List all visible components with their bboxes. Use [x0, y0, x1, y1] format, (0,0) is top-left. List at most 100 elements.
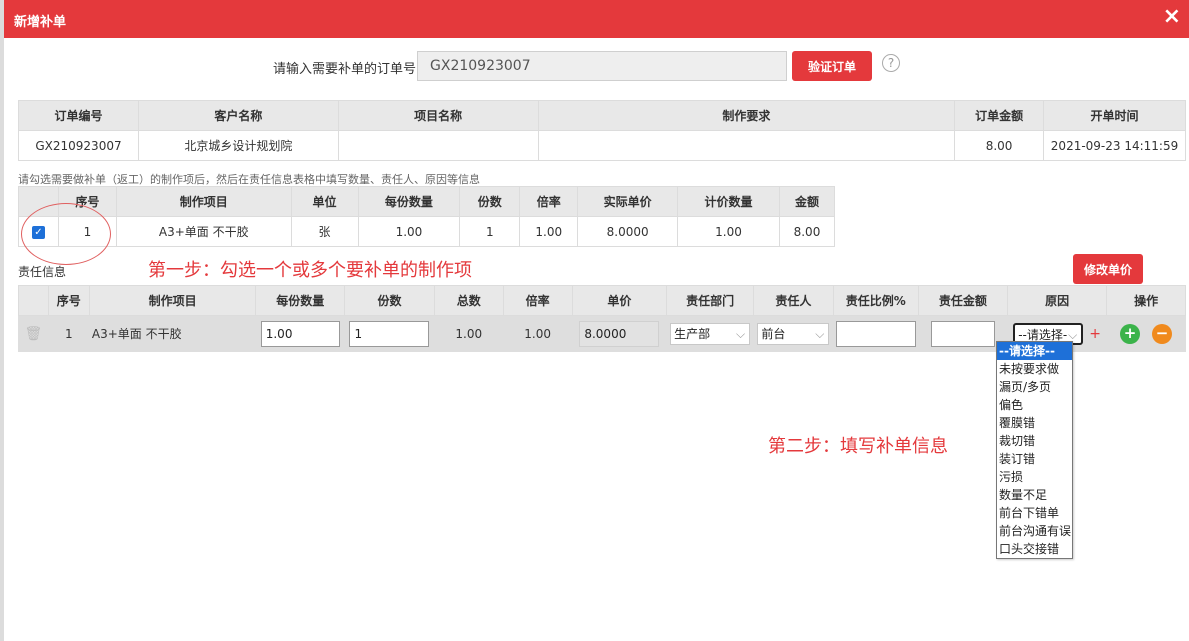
- project-cell: [337, 130, 539, 161]
- department-value: 生产部: [674, 326, 711, 341]
- left-edge-strip: [0, 0, 4, 641]
- trash-icon[interactable]: 🗑: [24, 326, 42, 342]
- col-department: 责任部门: [666, 285, 754, 316]
- unit-price-input[interactable]: [579, 320, 660, 347]
- col-billing-qty: 计价数量: [677, 186, 780, 217]
- unit-cell: 张: [290, 216, 359, 247]
- col-person: 责任人: [752, 285, 834, 316]
- order-number-input[interactable]: [417, 51, 787, 81]
- items-hint: 请勾选需要做补单（返工）的制作项后，然后在责任信息表格中填写数量、责任人、原因等…: [18, 173, 480, 186]
- close-icon[interactable]: ×: [1163, 6, 1181, 28]
- unit-price-cell: [571, 315, 668, 352]
- col-ratio: 责任比例%: [832, 285, 919, 316]
- resp-amount-input[interactable]: [930, 320, 995, 347]
- col-select: [18, 186, 59, 217]
- order-number-label: 请输入需要补单的订单号:: [273, 62, 421, 77]
- reason-option[interactable]: 裁切错: [997, 432, 1072, 450]
- col-total: 总数: [433, 285, 504, 316]
- person-select[interactable]: 前台 ⌵: [757, 322, 830, 345]
- step2-annotation: 第二步：填写补单信息: [768, 436, 948, 457]
- col-total-amount: 金额: [778, 186, 836, 217]
- reason-option[interactable]: 覆膜错: [997, 414, 1072, 432]
- col-reason: 原因: [1006, 285, 1108, 316]
- col-resp-amount: 责任金额: [917, 285, 1008, 316]
- person-cell: 前台 ⌵: [752, 315, 834, 352]
- verify-order-button[interactable]: 验证订单: [792, 51, 872, 81]
- rate-cell: 1.00: [519, 216, 579, 247]
- qty-per-copy-cell: 1.00: [357, 216, 461, 247]
- step1-annotation: 第一步：勾选一个或多个要补单的制作项: [148, 260, 472, 281]
- modify-price-button[interactable]: 修改单价: [1073, 254, 1143, 284]
- col-created-time: 开单时间: [1043, 100, 1186, 131]
- person-value: 前台: [761, 326, 786, 341]
- col-actions: 操作: [1106, 285, 1186, 316]
- reason-option[interactable]: 装订错: [997, 450, 1072, 468]
- col-copies: 份数: [344, 285, 435, 316]
- col-unit: 单位: [290, 186, 359, 217]
- copies-cell: 1: [459, 216, 521, 247]
- index-cell: 1: [57, 216, 117, 247]
- col-rate: 倍率: [502, 285, 573, 316]
- amount-cell: 8.00: [954, 130, 1045, 161]
- col-actual-price: 实际单价: [577, 186, 679, 217]
- table-row: GX210923007 北京城乡设计规划院 8.00 2021-09-23 14…: [18, 130, 1186, 161]
- col-amount: 订单金额: [954, 100, 1045, 131]
- dialog-title: 新增补单: [14, 15, 67, 30]
- item-checkbox[interactable]: ✓: [31, 225, 45, 239]
- item-cell: A3+单面 不干胶: [88, 315, 257, 352]
- responsibility-section-label: 责任信息: [18, 265, 67, 279]
- select-cell[interactable]: ✓: [18, 216, 59, 247]
- copies-input[interactable]: [349, 320, 430, 347]
- reason-option[interactable]: 污损: [997, 468, 1072, 486]
- reason-option[interactable]: 未按要求做: [997, 360, 1072, 378]
- remove-row-icon[interactable]: −: [1152, 323, 1173, 344]
- reason-dropdown-list: --请选择-- 未按要求做 漏页/多页 偏色 覆膜错 裁切错 装订错 污损 数量…: [996, 341, 1073, 559]
- reason-option[interactable]: 前台沟通有误: [997, 522, 1072, 540]
- qty-per-copy-input[interactable]: [260, 320, 340, 347]
- production-items-table: 序号 制作项目 单位 每份数量 份数 倍率 实际单价 计价数量 金额 ✓ 1 A…: [18, 186, 836, 247]
- index-cell: 1: [47, 315, 90, 352]
- order-info-table: 订单编号 客户名称 项目名称 制作要求 订单金额 开单时间 GX21092300…: [18, 100, 1186, 161]
- copies-cell: [344, 315, 435, 352]
- order-no-cell: GX210923007: [18, 130, 139, 161]
- billing-qty-cell: 1.00: [677, 216, 780, 247]
- chevron-down-icon: ⌵: [735, 326, 746, 341]
- reason-option[interactable]: 数量不足: [997, 486, 1072, 504]
- col-index: 序号: [57, 186, 117, 217]
- col-requirements: 制作要求: [537, 100, 956, 131]
- reason-option[interactable]: 口头交接错: [997, 540, 1072, 558]
- total-cell: 1.00: [433, 315, 504, 352]
- col-unit-price: 单价: [571, 285, 668, 316]
- order-table-header: 订单编号 客户名称 项目名称 制作要求 订单金额 开单时间: [18, 100, 1186, 131]
- reason-option[interactable]: 偏色: [997, 396, 1072, 414]
- reason-option[interactable]: 前台下错单: [997, 504, 1072, 522]
- items-table-header: 序号 制作项目 单位 每份数量 份数 倍率 实际单价 计价数量 金额: [18, 186, 836, 217]
- add-row-icon[interactable]: +: [1120, 323, 1141, 344]
- customer-cell: 北京城乡设计规划院: [137, 130, 339, 161]
- item-cell: A3+单面 不干胶: [115, 216, 292, 247]
- created-time-cell: 2021-09-23 14:11:59: [1043, 130, 1186, 161]
- col-project: 项目名称: [337, 100, 539, 131]
- delete-cell: 🗑: [18, 315, 49, 352]
- chevron-down-icon: ⌵: [815, 326, 825, 341]
- rate-cell: 1.00: [502, 315, 573, 352]
- reason-option[interactable]: 漏页/多页: [997, 378, 1072, 396]
- col-qty-per-copy: 每份数量: [255, 285, 346, 316]
- reason-option[interactable]: --请选择--: [997, 342, 1072, 360]
- col-item: 制作项目: [88, 285, 257, 316]
- add-reason-icon[interactable]: +: [1089, 326, 1101, 342]
- col-order-no: 订单编号: [18, 100, 139, 131]
- dialog-titlebar: 新增补单 ×: [4, 0, 1189, 38]
- total-amount-cell: 8.00: [778, 216, 836, 247]
- requirements-cell: [537, 130, 956, 161]
- actions-cell: + −: [1106, 315, 1186, 352]
- ratio-cell: [832, 315, 919, 352]
- resp-amount-cell: [917, 315, 1008, 352]
- col-customer: 客户名称: [137, 100, 339, 131]
- ratio-input[interactable]: [835, 320, 916, 347]
- qty-per-copy-cell: [255, 315, 346, 352]
- help-icon[interactable]: ?: [882, 54, 900, 72]
- department-select[interactable]: 生产部 ⌵: [670, 322, 751, 345]
- col-delete: [18, 285, 49, 316]
- col-index: 序号: [47, 285, 90, 316]
